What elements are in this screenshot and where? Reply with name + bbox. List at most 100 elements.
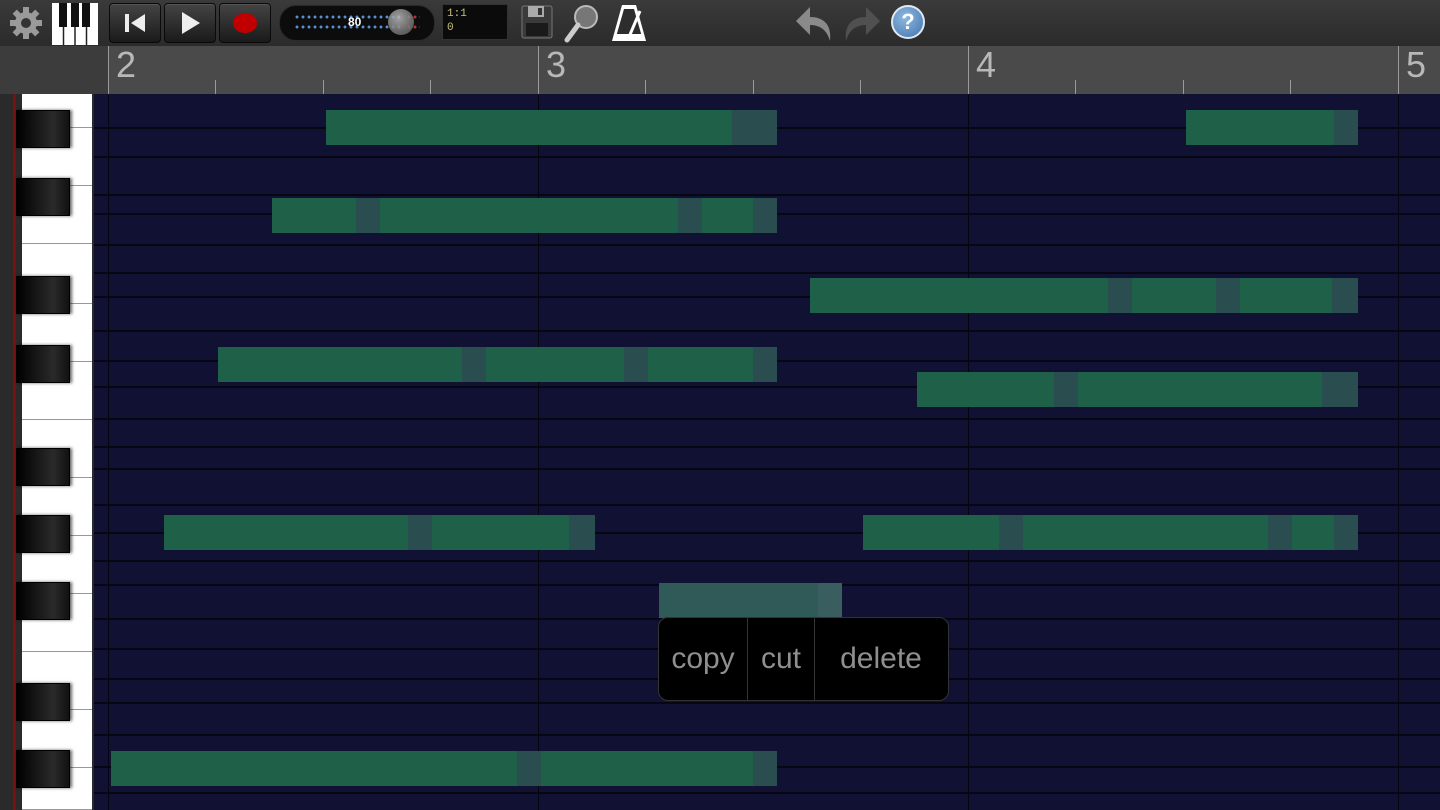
- grid-row-line: [94, 194, 1440, 196]
- cut-menu-item[interactable]: cut: [748, 618, 814, 700]
- grid-row-line: [94, 468, 1440, 470]
- midi-note[interactable]: [863, 515, 1358, 550]
- ruler-corner: [0, 46, 108, 94]
- black-key[interactable]: [16, 276, 70, 314]
- ruler-bar-tick: [968, 46, 969, 94]
- help-label: ?: [901, 9, 915, 34]
- play-button[interactable]: [164, 3, 216, 43]
- toolbar: 80 1:1 0 ?: [0, 0, 1440, 46]
- grid-row-line: [94, 418, 1440, 420]
- black-key[interactable]: [16, 178, 70, 216]
- undo-icon[interactable]: [794, 3, 836, 43]
- ruler-beat-tick: [860, 80, 861, 94]
- midi-note[interactable]: [810, 278, 1358, 313]
- note-velocity-segment: [1334, 515, 1358, 550]
- ruler-beat-tick: [1183, 80, 1184, 94]
- black-key[interactable]: [16, 750, 70, 788]
- save-icon[interactable]: [521, 5, 553, 39]
- position-tick: 0: [447, 22, 454, 34]
- help-icon[interactable]: ?: [891, 5, 925, 39]
- note-velocity-segment: [408, 515, 432, 550]
- skip-to-start-button[interactable]: [109, 3, 161, 43]
- midi-note[interactable]: [326, 110, 777, 145]
- black-key[interactable]: [16, 582, 70, 620]
- tempo-knob[interactable]: [388, 9, 414, 35]
- note-velocity-segment: [732, 110, 777, 145]
- grid-bar-line: [968, 94, 969, 810]
- play-icon: [182, 12, 200, 34]
- note-velocity-segment: [462, 347, 486, 382]
- midi-note[interactable]: [1186, 110, 1358, 145]
- black-key[interactable]: [16, 448, 70, 486]
- ruler-bar-tick: [108, 46, 109, 94]
- piano-roll-grid[interactable]: [94, 94, 1440, 810]
- timeline-ruler[interactable]: 2 3 4 5: [0, 44, 1440, 94]
- ruler-bar-tick: [538, 46, 539, 94]
- note-velocity-segment: [818, 583, 842, 618]
- grid-row-line: [94, 244, 1440, 246]
- ruler-beat-tick: [1290, 80, 1291, 94]
- midi-note[interactable]: [164, 515, 595, 550]
- black-key[interactable]: [16, 110, 70, 148]
- note-velocity-segment: [753, 198, 777, 233]
- midi-note[interactable]: [272, 198, 777, 233]
- note-velocity-segment: [999, 515, 1023, 550]
- zoom-icon[interactable]: [564, 3, 602, 43]
- copy-menu-item[interactable]: copy: [659, 618, 747, 700]
- ruler-bar-label: 2: [116, 44, 137, 85]
- delete-menu-item[interactable]: delete: [815, 618, 947, 700]
- grid-row-line: [94, 792, 1440, 794]
- note-velocity-segment: [517, 751, 541, 786]
- note-velocity-segment: [569, 515, 595, 550]
- piano-keys-icon[interactable]: [52, 3, 98, 45]
- note-velocity-segment: [678, 198, 702, 233]
- black-key[interactable]: [16, 515, 70, 553]
- ruler-beat-tick: [323, 80, 324, 94]
- ruler-bar-label: 4: [976, 44, 997, 85]
- grid-bar-line: [108, 94, 109, 810]
- position-display: 1:1 0: [442, 4, 508, 40]
- black-key[interactable]: [16, 683, 70, 721]
- ruler-bar-label: 3: [546, 44, 567, 85]
- ruler-beat-tick: [645, 80, 646, 94]
- ruler-bar-tick: [1398, 46, 1399, 94]
- ruler-beat-tick: [430, 80, 431, 94]
- note-velocity-segment: [1108, 278, 1132, 313]
- grid-bar-line: [1398, 94, 1399, 810]
- note-velocity-segment: [356, 198, 380, 233]
- position-bar-beat: 1:1: [447, 8, 467, 20]
- grid-row-line: [94, 734, 1440, 736]
- midi-note[interactable]: [111, 751, 777, 786]
- skip-to-start-icon: [125, 14, 145, 32]
- note-velocity-segment: [1054, 372, 1078, 407]
- note-velocity-segment: [753, 751, 777, 786]
- note-velocity-segment: [1322, 372, 1358, 407]
- redo-icon[interactable]: [840, 3, 882, 43]
- ruler-bar-label: 5: [1406, 44, 1427, 85]
- tempo-slider[interactable]: 80: [279, 5, 435, 41]
- ruler-beat-tick: [215, 80, 216, 94]
- gear-icon[interactable]: [8, 5, 44, 41]
- record-button[interactable]: [219, 3, 271, 43]
- grid-row-line: [94, 560, 1440, 562]
- grid-row-line: [94, 446, 1440, 448]
- grid-row-line: [94, 702, 1440, 704]
- black-key[interactable]: [16, 345, 70, 383]
- note-velocity-segment: [624, 347, 648, 382]
- ruler-beat-tick: [1075, 80, 1076, 94]
- ruler-beat-tick: [753, 80, 754, 94]
- midi-note[interactable]: [917, 372, 1358, 407]
- metronome-icon[interactable]: [610, 3, 648, 43]
- note-velocity-segment: [1332, 278, 1358, 313]
- note-velocity-segment: [1334, 110, 1358, 145]
- selected-midi-note[interactable]: [659, 583, 842, 618]
- grid-row-line: [94, 272, 1440, 274]
- note-context-menu: copy cut delete: [658, 617, 949, 701]
- grid-row-line: [94, 156, 1440, 158]
- grid-row-line: [94, 330, 1440, 332]
- midi-note[interactable]: [218, 347, 777, 382]
- record-icon: [233, 13, 257, 33]
- note-velocity-segment: [1216, 278, 1240, 313]
- note-velocity-segment: [1268, 515, 1292, 550]
- piano-keyboard[interactable]: [0, 94, 94, 810]
